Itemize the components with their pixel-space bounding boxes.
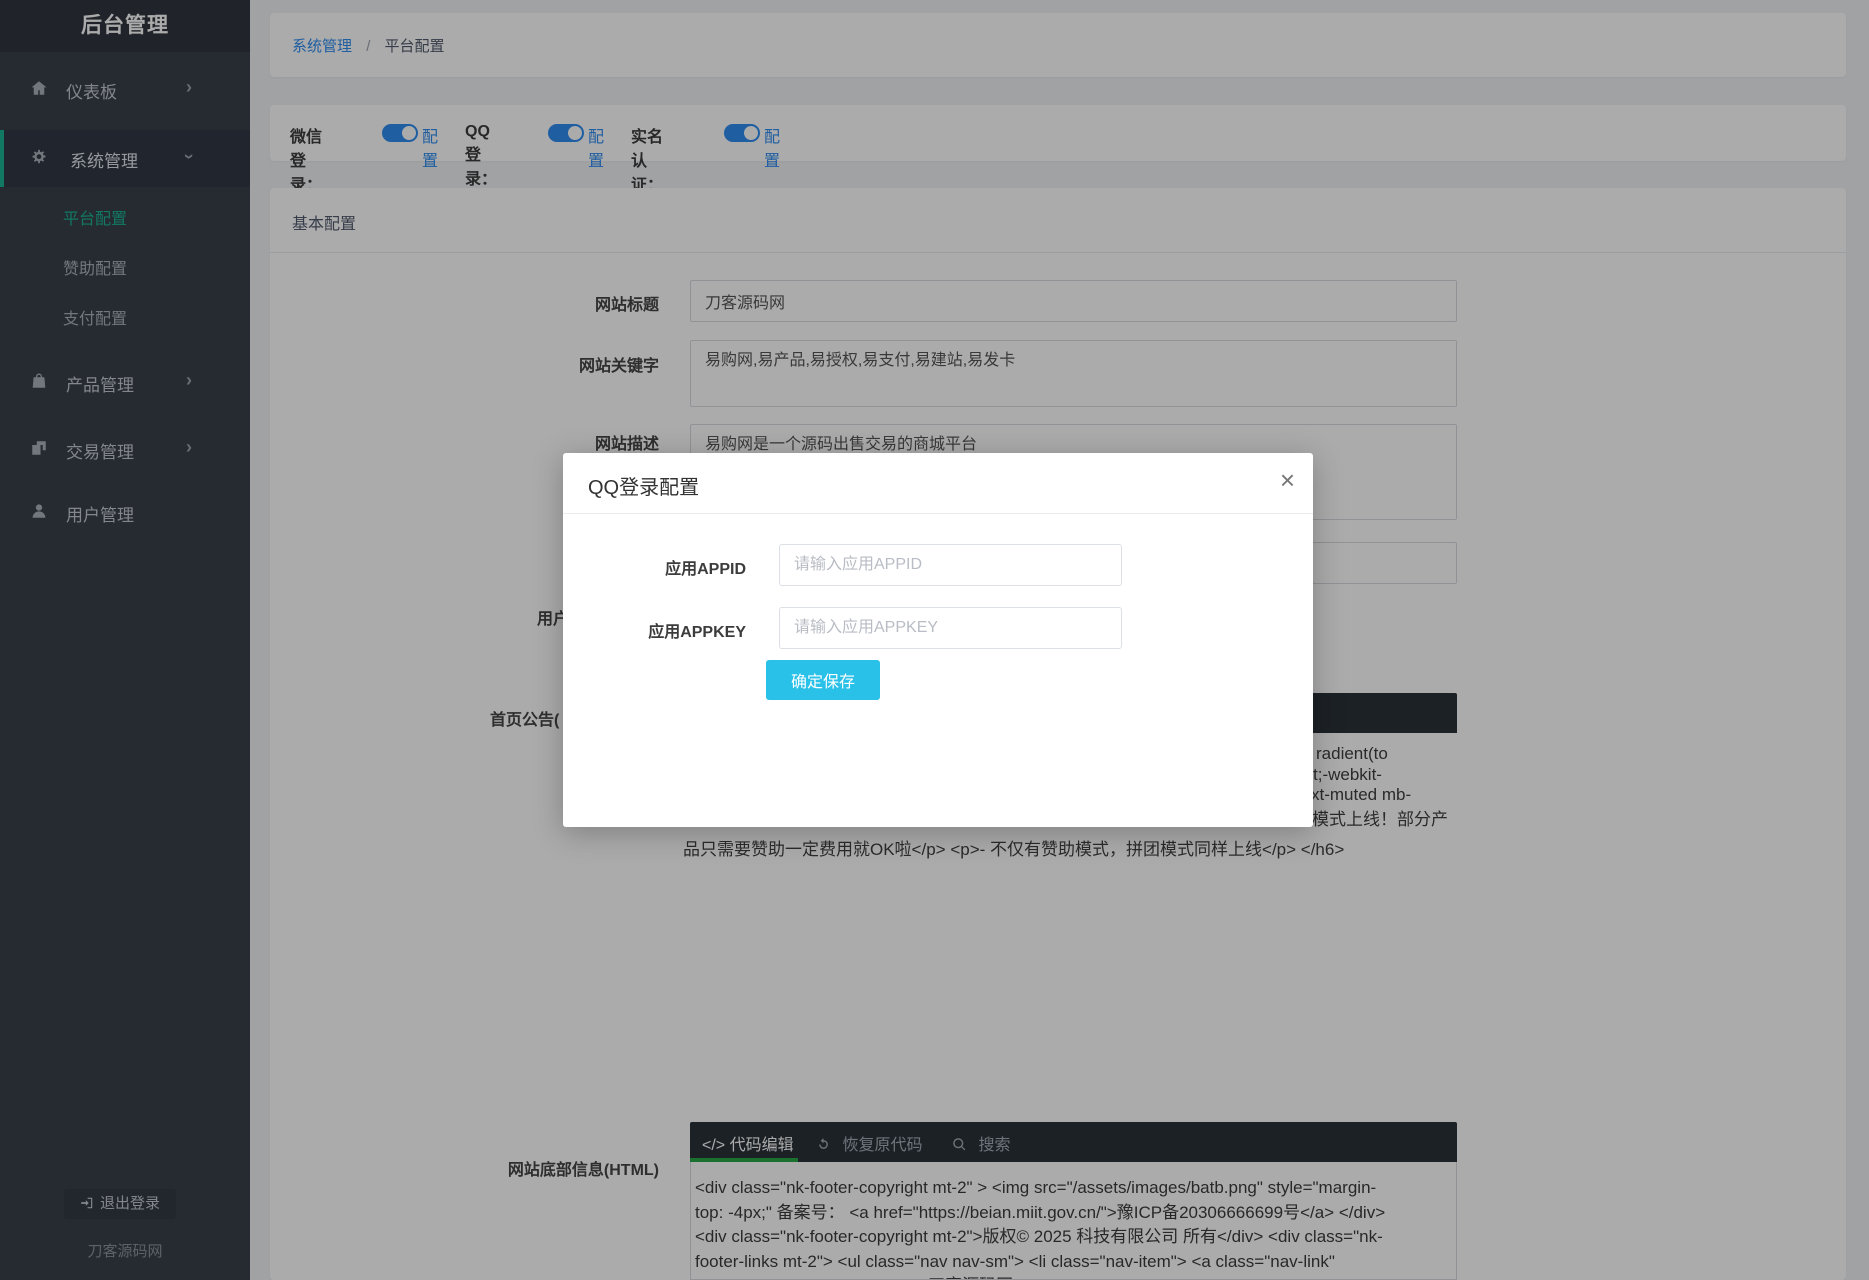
appkey-label: 应用APPKEY: [563, 618, 746, 642]
close-icon[interactable]: ×: [1280, 467, 1295, 493]
modal-header-divider: [563, 513, 1313, 514]
confirm-save-button[interactable]: 确定保存: [766, 660, 880, 700]
appid-input[interactable]: [779, 544, 1122, 586]
appid-label: 应用APPID: [563, 555, 746, 579]
qq-login-config-modal: QQ登录配置 × 应用APPID 应用APPKEY 确定保存: [563, 453, 1313, 827]
modal-title: QQ登录配置: [588, 471, 699, 500]
admin-page: 后台管理 仪表板 › 系统管理 › 平台配置 赞助配置 支付配置 产品管理 › …: [0, 0, 1869, 1280]
appkey-input[interactable]: [779, 607, 1122, 649]
